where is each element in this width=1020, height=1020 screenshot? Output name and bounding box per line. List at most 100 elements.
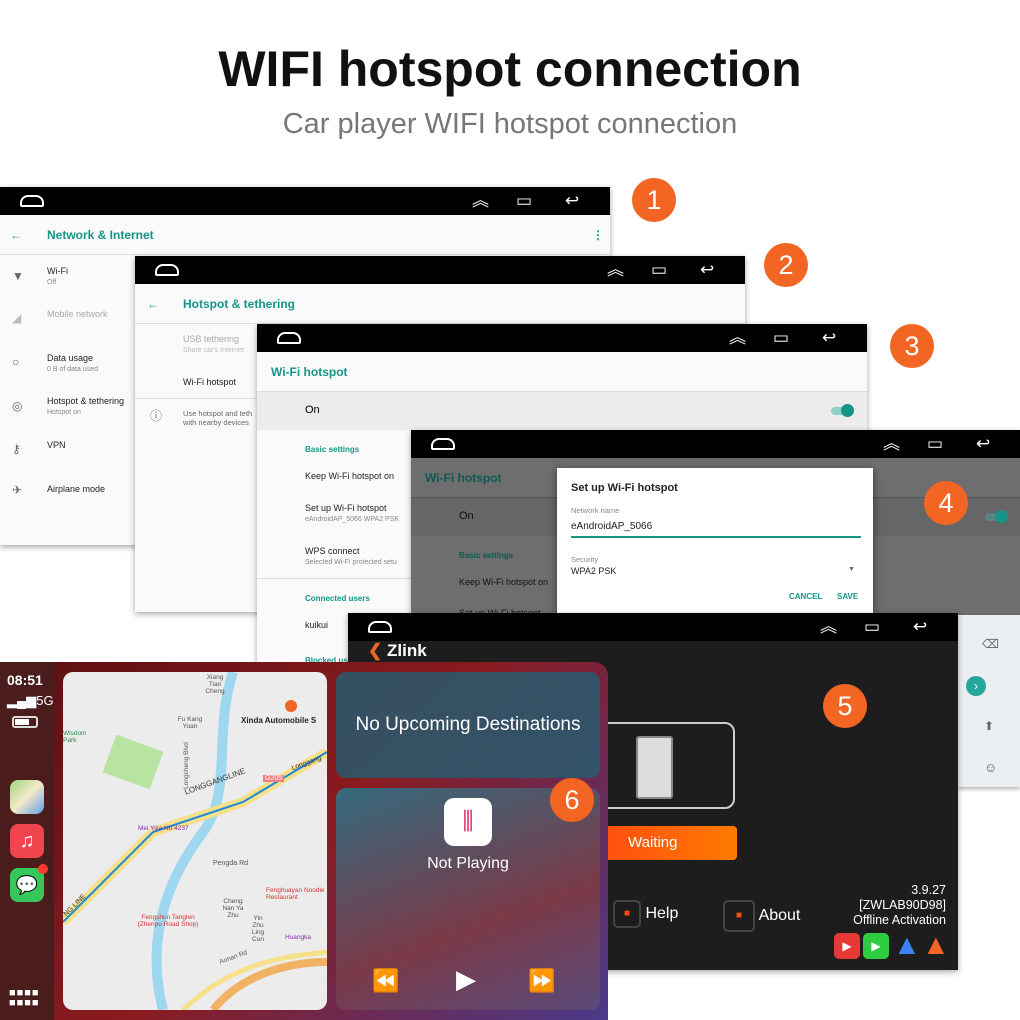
step-badge-1: 1: [632, 178, 676, 222]
carplay-screen: 08:51 ▂▄▆5G ♫ 💬 ■■■■ ■■■■ Xinda Automobil…: [0, 662, 608, 1020]
hotspot-item[interactable]: Hotspot & tethering Hotspot on: [47, 396, 124, 416]
map-label: Wisdom Park: [63, 730, 87, 744]
play-icon[interactable]: ▶: [456, 964, 476, 995]
car-dealer-pin-icon[interactable]: [285, 700, 297, 712]
wifi-hotspot-item[interactable]: Wi-Fi hotspot: [183, 377, 236, 387]
step-badge-2: 2: [764, 243, 808, 287]
maps-app-icon[interactable]: [10, 780, 44, 814]
more-icon[interactable]: ⋮: [592, 215, 604, 255]
setup-dialog: Set up Wi-Fi hotspot Network name eAndro…: [557, 468, 873, 618]
map-label: Yin Zhu Ling Cun: [251, 915, 265, 943]
setup-hotspot-dialog-screen: ︽ ▭ ↩ Wi-Fi hotspot On Basic settings Keep…: [411, 430, 1020, 620]
keep-hotspot-item[interactable]: Keep Wi-Fi hotspot on: [459, 577, 548, 587]
data-usage-item[interactable]: Data usage 0 B of data used: [47, 353, 98, 373]
recents-icon[interactable]: ▭: [651, 260, 667, 280]
cancel-button[interactable]: CANCEL: [789, 592, 822, 601]
network-name-label: Network name: [571, 506, 620, 515]
recents-icon[interactable]: ▭: [864, 617, 880, 637]
now-playing-label: Not Playing: [427, 855, 509, 872]
wps-connect-item[interactable]: WPS connect Selected Wi-Fi protected setu: [305, 546, 397, 566]
map-label: Cheng Nan Ya Zhu: [222, 898, 244, 919]
rewind-icon[interactable]: ⏪: [372, 968, 399, 994]
map-label: Pengda Rd: [213, 860, 249, 867]
map-label: Mei Yijia No 4237: [138, 825, 189, 832]
step-badge-4: 4: [924, 481, 968, 525]
home-icon[interactable]: [277, 332, 301, 344]
app-grid-icon[interactable]: ■■■■ ■■■■: [9, 988, 40, 1009]
airplane-mode-item[interactable]: Airplane mode: [47, 484, 105, 494]
back-icon[interactable]: ↩: [822, 328, 836, 348]
back-arrow-icon[interactable]: ←: [10, 215, 22, 255]
keyboard-side-panel: ⌫ › ⬆ ☺: [958, 615, 1020, 787]
recents-icon[interactable]: ▭: [516, 191, 532, 211]
dialog-title: Set up Wi-Fi hotspot: [571, 482, 678, 494]
security-select[interactable]: WPA2 PSK ▼: [571, 566, 861, 576]
shift-icon[interactable]: ⬆: [984, 719, 994, 733]
hotspot-on-row[interactable]: On: [257, 392, 867, 430]
map-label: Xinda Automobile S: [241, 716, 317, 725]
home-icon[interactable]: [368, 621, 392, 633]
step-badge-6: 6: [550, 778, 594, 822]
map-view[interactable]: Xinda Automobile S LONGGANGLINE G205 Lon…: [63, 672, 327, 1010]
back-icon[interactable]: ↩: [913, 617, 927, 637]
emoji-icon[interactable]: ☺: [984, 760, 997, 775]
wifi-item[interactable]: Wi-Fi Off: [47, 266, 68, 286]
version-info: 3.9.27 [ZWLAB90D98] Offline Activation: [853, 883, 946, 927]
zlink-logo: ❮ Zlink: [368, 641, 427, 660]
destinations-card[interactable]: No Upcoming Destinations: [336, 672, 600, 778]
fast-forward-icon[interactable]: ⏩: [528, 968, 555, 994]
chevron-up-icon[interactable]: ︽: [472, 191, 489, 211]
map-label: G205: [263, 775, 285, 782]
page-title: WIFI hotspot connection: [218, 41, 802, 97]
chevron-up-icon[interactable]: ︽: [607, 260, 624, 280]
about-button[interactable]: ■ About: [723, 900, 800, 932]
carplay-green-icon: ▶: [863, 933, 889, 959]
chevron-up-icon[interactable]: ︽: [883, 434, 900, 454]
carplay-red-icon: ▶: [834, 933, 860, 959]
section-connected-users: Connected users: [305, 594, 370, 603]
signal-bars-icon: ▂▄▆: [7, 693, 37, 708]
chevron-up-icon[interactable]: ︽: [729, 328, 746, 348]
page-subtitle: Car player WIFI hotspot connection: [282, 108, 738, 140]
screen-title: Wi-Fi hotspot: [271, 365, 348, 379]
now-playing-card[interactable]: ⫼ Not Playing ⏪ ▶ ⏩: [336, 788, 600, 1010]
back-icon[interactable]: ↩: [700, 260, 714, 280]
chevron-up-icon[interactable]: ︽: [820, 617, 837, 637]
map-label: Fengshun Tanglen (Zhenpu Road Shop): [137, 914, 199, 928]
messages-app-icon[interactable]: 💬: [10, 868, 44, 902]
home-icon[interactable]: [20, 195, 44, 207]
dropdown-arrow-icon: ▼: [848, 566, 855, 573]
home-icon[interactable]: [155, 264, 179, 276]
recents-icon[interactable]: ▭: [773, 328, 789, 348]
step-badge-5: 5: [823, 684, 867, 728]
hotspot-toggle[interactable]: [985, 510, 1008, 523]
recents-icon[interactable]: ▭: [927, 434, 943, 454]
android-auto-blue-icon: ▲: [893, 929, 921, 960]
next-icon[interactable]: ›: [966, 676, 986, 696]
network-name-input[interactable]: eAndroidAP_5066: [571, 521, 861, 538]
setup-hotspot-item[interactable]: Set up Wi-Fi hotspot eAndroidAP_5066 WPA2…: [305, 503, 399, 523]
security-label: Security: [571, 555, 599, 564]
step-badge-3: 3: [890, 324, 934, 368]
backspace-icon[interactable]: ⌫: [982, 637, 999, 651]
signal-status: ▂▄▆5G: [7, 693, 54, 708]
help-icon: ■: [613, 900, 641, 928]
mobile-network-item[interactable]: Mobile network: [47, 309, 108, 319]
key-icon: ⚷: [12, 442, 21, 456]
hotspot-toggle[interactable]: [831, 404, 854, 417]
info-text: Use hotspot and teth with nearby devices: [183, 409, 253, 427]
music-app-icon[interactable]: ♫: [10, 824, 44, 858]
help-button[interactable]: ■ Help: [613, 900, 678, 928]
connected-user[interactable]: kuikui: [305, 620, 328, 630]
home-icon[interactable]: [431, 438, 455, 450]
screen-title: Network & Internet: [47, 228, 154, 242]
vpn-item[interactable]: VPN: [47, 440, 66, 450]
usb-tethering-item[interactable]: USB tethering Share car's Internet: [183, 334, 244, 354]
back-arrow-icon[interactable]: ←: [147, 284, 159, 324]
back-icon[interactable]: ↩: [565, 191, 579, 211]
back-icon[interactable]: ↩: [976, 434, 990, 454]
save-button[interactable]: SAVE: [837, 592, 858, 601]
waiting-button[interactable]: Waiting: [588, 826, 737, 860]
battery-icon: [12, 716, 38, 728]
keep-hotspot-item[interactable]: Keep Wi-Fi hotspot on: [305, 471, 394, 481]
